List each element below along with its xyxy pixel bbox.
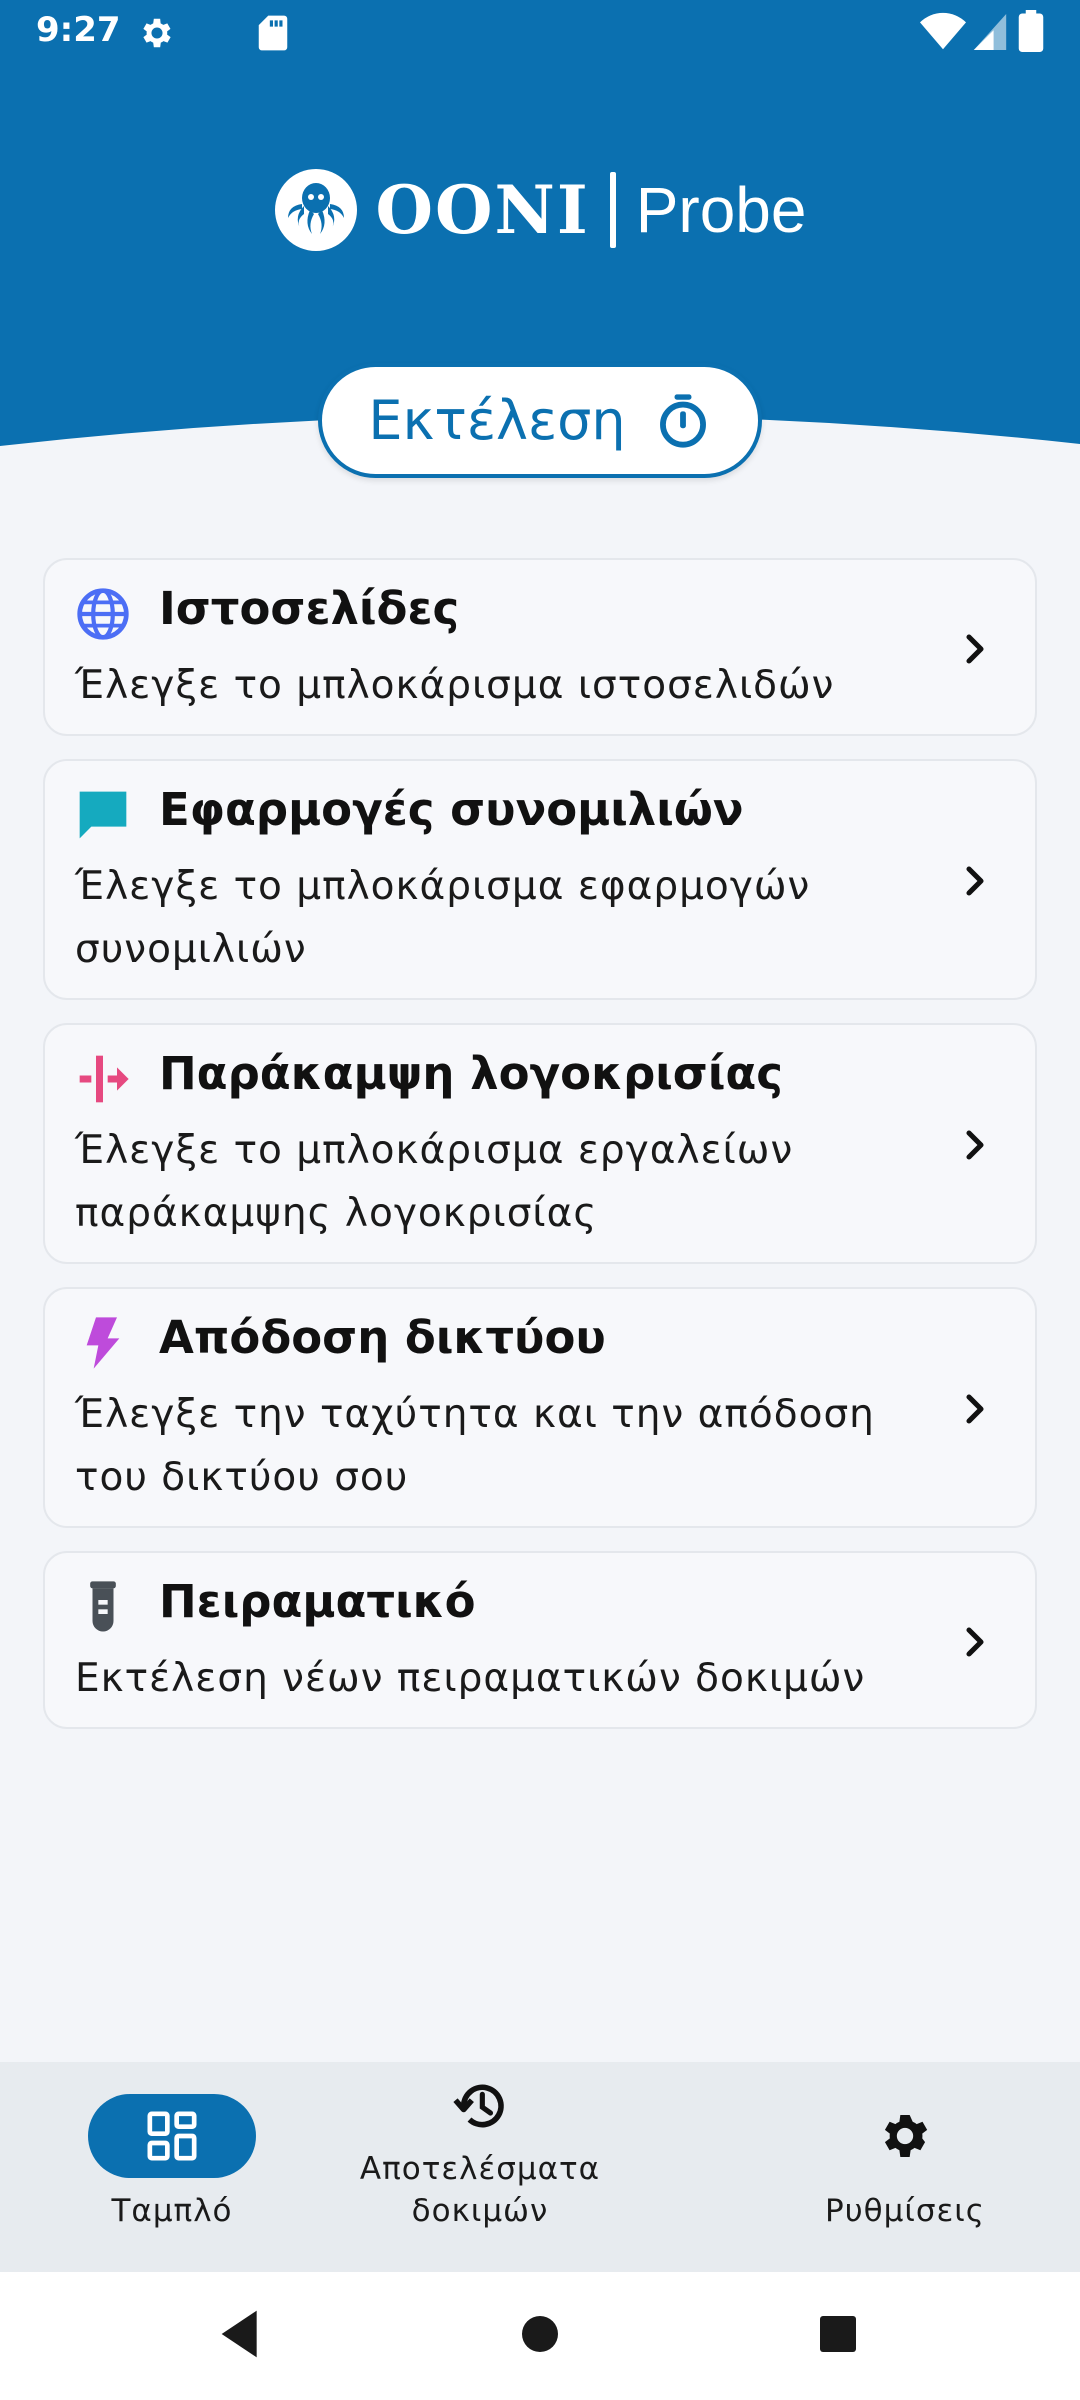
chevron-right-icon (966, 866, 984, 896)
back-icon[interactable] (214, 2306, 262, 2362)
wifi-icon (920, 12, 966, 50)
home-icon[interactable] (520, 2314, 560, 2354)
nav-item-dashboard[interactable]: Ταμπλό (40, 2062, 304, 2272)
system-navigation-bar (0, 2272, 1080, 2400)
bypass-icon (79, 1055, 129, 1103)
header: 9:27 OONI Probe Εκτέλεση (0, 0, 1080, 478)
card-title: Εφαρμογές συνομιλιών (159, 783, 744, 836)
brand-product: Probe (635, 174, 807, 246)
settings-icon (143, 18, 171, 48)
chevron-right-icon (966, 1130, 984, 1160)
timer-icon (659, 393, 706, 448)
card-experimental[interactable]: Πειραματικό Εκτέλεση νέων πειραματικών δ… (43, 1551, 1037, 1729)
card-description: Εκτέλεση νέων πειραματικών δοκιμών (75, 1656, 866, 1701)
bottom-navigation: Ταμπλό Αποτελέσματα δοκιμών Ρυθμίσεις (0, 2062, 1080, 2272)
globe-icon (77, 588, 129, 640)
run-button-label: Εκτέλεση (368, 389, 626, 452)
lightning-icon (86, 1317, 120, 1369)
history-icon (453, 2084, 504, 2128)
status-time: 9:27 (36, 10, 121, 50)
brand-name: OONI (375, 171, 590, 249)
battery-icon (1018, 10, 1044, 52)
gear-icon (884, 2115, 928, 2157)
dashboard-icon (147, 2111, 197, 2161)
card-description: Έλεγξε το μπλοκάρισμα ιστοσελιδών (75, 663, 835, 708)
card-websites[interactable]: Ιστοσελίδες Έλεγξε το μπλοκάρισμα ιστοσε… (43, 558, 1037, 736)
nav-label: Αποτελέσματα δοκιμών (359, 2151, 601, 2229)
card-title: Παράκαμψη λογοκρισίας (159, 1047, 783, 1100)
nav-label: Ρυθμίσεις (825, 2193, 985, 2229)
sd-card-icon (258, 15, 288, 51)
card-performance[interactable]: Απόδοση δικτύου Έλεγξε την ταχύτητα και … (43, 1287, 1037, 1528)
card-description: Έλεγξε την ταχύτητα και την απόδοση του … (75, 1392, 875, 1500)
card-instant-messaging[interactable]: Εφαρμογές συνομιλιών Έλεγξε το μπλοκάρισ… (43, 759, 1037, 1000)
card-title: Απόδοση δικτύου (159, 1311, 606, 1364)
card-description: Έλεγξε το μπλοκάρισμα εργαλείων παράκαμψ… (75, 1128, 794, 1236)
chevron-right-icon (966, 1394, 984, 1424)
card-circumvention[interactable]: Παράκαμψη λογοκρισίας Έλεγξε το μπλοκάρι… (43, 1023, 1037, 1264)
chat-bubble-icon (79, 791, 127, 839)
nav-label: Ταμπλό (111, 2193, 233, 2229)
run-button[interactable]: Εκτέλεση (318, 363, 762, 478)
nav-item-results[interactable]: Αποτελέσματα δοκιμών (340, 2062, 620, 2272)
signal-icon (973, 14, 1007, 50)
brand-logo: OONI Probe (0, 160, 1080, 260)
status-bar: 9:27 (0, 0, 1080, 64)
test-tube-icon (90, 1581, 116, 1632)
nav-item-settings[interactable]: Ρυθμίσεις (780, 2062, 1030, 2272)
ooni-octopus-logo (274, 169, 357, 251)
chevron-right-icon (966, 634, 984, 664)
card-description: Έλεγξε το μπλοκάρισμα εφαρμογών συνομιλι… (75, 864, 811, 972)
card-title: Πειραματικό (159, 1575, 476, 1628)
chevron-right-icon (966, 1627, 984, 1657)
recents-icon[interactable] (818, 2314, 858, 2354)
card-title: Ιστοσελίδες (159, 582, 460, 635)
brand-divider (609, 172, 616, 248)
